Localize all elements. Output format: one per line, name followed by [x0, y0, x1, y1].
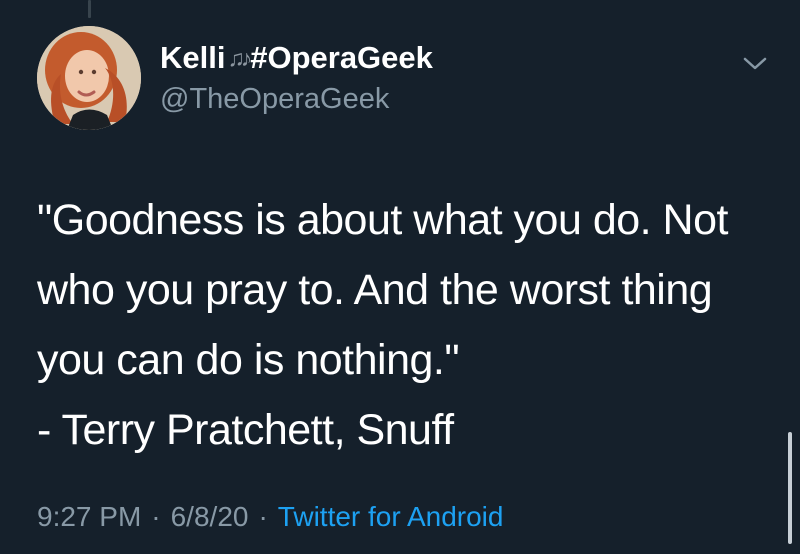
meta-separator: ·: [151, 501, 161, 532]
tweet-text-line: - Terry Pratchett, Snuff: [37, 406, 454, 454]
scrollbar[interactable]: [788, 432, 792, 544]
tweet-source-link[interactable]: Twitter for Android: [278, 500, 504, 534]
author-display-name-prefix: Kelli: [160, 40, 226, 75]
tweet-text-line: who you pray to. And the worst thing: [37, 266, 713, 314]
avatar[interactable]: [37, 26, 141, 130]
tweet-time[interactable]: 9:27 PM: [37, 500, 141, 534]
author-display-name[interactable]: Kelli ♫♪ #OperaGeek: [160, 40, 433, 76]
tweet-text-line: you can do is nothing.": [37, 336, 460, 384]
tweet-text-line: "Goodness is about what you do. Not: [37, 196, 728, 244]
thread-connector-line: [88, 0, 91, 18]
meta-separator: ·: [258, 501, 268, 532]
author-handle[interactable]: @TheOperaGeek: [160, 82, 433, 116]
author-display-name-suffix: #OperaGeek: [250, 40, 433, 75]
chevron-down-icon[interactable]: [742, 56, 768, 72]
tweet-author: Kelli ♫♪ #OperaGeek @TheOperaGeek: [160, 40, 433, 116]
tweet-text: "Goodness is about what you do. Not who …: [37, 185, 777, 465]
music-notes-icon: ♫♪: [227, 45, 252, 71]
tweet-meta: 9:27 PM · 6/8/20 · Twitter for Android: [37, 500, 503, 534]
tweet-date[interactable]: 6/8/20: [171, 500, 249, 534]
